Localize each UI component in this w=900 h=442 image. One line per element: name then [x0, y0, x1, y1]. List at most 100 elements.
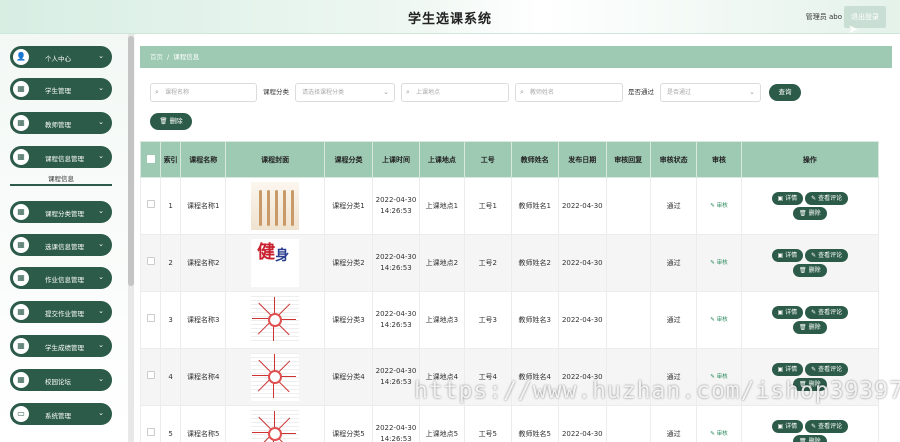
sidebar-item-label: 学生成绩管理	[45, 344, 84, 352]
audit-link[interactable]: ✎ 审核	[710, 317, 727, 323]
sidebar-item-label: 校园论坛	[45, 378, 71, 386]
view-comments-button[interactable]: ✎ 查看评论	[805, 420, 849, 433]
delete-button-label: 删除	[169, 117, 183, 125]
chevron-down-icon: ⌄	[383, 88, 389, 96]
reply-cell	[605, 177, 651, 235]
view-comments-button[interactable]: ✎ 查看评论	[805, 192, 849, 205]
view-comments-label: 查看评论	[818, 309, 843, 316]
sidebar-item[interactable]: ▦ 学生管理 ⌄	[10, 78, 112, 100]
row-checkbox-cell[interactable]	[140, 234, 162, 292]
table-row: 1 课程名称1 课程分类1 2022-04-30 14:26:53 上课地点1 工号1 教师…	[140, 177, 879, 235]
row-delete-button[interactable]: 🗑 删除	[793, 321, 827, 334]
row-checkbox-cell[interactable]	[140, 177, 162, 235]
column-header: 审核状态	[649, 141, 698, 178]
row-checkbox-cell[interactable]	[140, 348, 162, 406]
column-header: 操作	[740, 141, 879, 178]
row-checkbox[interactable]	[146, 428, 155, 436]
chevron-down-icon: ⌄	[98, 341, 104, 349]
grid-icon: ▦	[13, 81, 29, 97]
cover-cell	[225, 348, 325, 406]
category-label: 课程分类	[263, 88, 289, 96]
reply-cell	[605, 234, 651, 292]
audit-cell: ✎ 审核	[696, 234, 742, 292]
row-checkbox[interactable]	[146, 200, 155, 208]
breadcrumb-current: 课程信息	[173, 53, 200, 61]
sidebar-item[interactable]: ▦ 校园论坛 ⌄	[10, 369, 112, 391]
sidebar-item[interactable]: ▦ 学生成绩管理 ⌄	[10, 335, 112, 357]
column-header: 工号	[464, 141, 512, 178]
search-icon: ⌕	[520, 88, 524, 96]
search-button[interactable]: 查询	[769, 84, 801, 101]
actions-cell: ▣ 详情 ✎ 查看评论 🗑 删除	[740, 177, 879, 235]
reply-cell	[605, 291, 651, 349]
row-delete-button[interactable]: 🗑 删除	[793, 435, 827, 442]
audit-link-label: 审核	[716, 431, 728, 437]
sidebar-item[interactable]: ▦ 提交作业管理 ⌄	[10, 301, 112, 323]
course-name-placeholder: 课程名称	[165, 89, 190, 96]
actions-cell: ▣ 详情 ✎ 查看评论 🗑 删除	[740, 234, 879, 292]
sidebar-item[interactable]: ▦ 课程分类管理 ⌄	[10, 201, 112, 223]
audit-link[interactable]: ✎ 审核	[710, 203, 727, 209]
detail-button[interactable]: ▣ 详情	[771, 363, 804, 376]
publish-date-cell: 2022-04-30	[558, 405, 607, 442]
row-checkbox[interactable]	[146, 371, 155, 379]
chevron-down-icon: ⌄	[98, 52, 104, 60]
sidebar-item[interactable]: ▭ 系统管理 ⌄	[10, 403, 112, 425]
teacher-cell: 教师姓名3	[510, 291, 560, 349]
detail-button[interactable]: ▣ 详情	[771, 306, 804, 319]
column-header: 上课地点	[418, 141, 466, 178]
detail-button-label: 详情	[785, 195, 798, 202]
view-comments-button[interactable]: ✎ 查看评论	[805, 306, 849, 319]
column-header: 审核	[696, 141, 742, 178]
breadcrumb-home[interactable]: 首页	[150, 53, 163, 61]
publish-date-cell: 2022-04-30	[558, 234, 607, 292]
sidebar-item[interactable]: ▦ 选课信息管理 ⌄	[10, 234, 112, 256]
sidebar-scrollbar-thumb[interactable]	[128, 36, 134, 286]
select-all-checkbox-cell[interactable]	[140, 141, 162, 178]
sidebar-item[interactable]: ▦ 教师管理 ⌄	[10, 112, 112, 134]
view-comments-button[interactable]: ✎ 查看评论	[805, 363, 849, 376]
view-comments-button[interactable]: ✎ 查看评论	[805, 249, 849, 262]
location-input[interactable]: ⌕ 上课地点	[401, 83, 509, 102]
row-checkbox-cell[interactable]	[140, 291, 162, 349]
edit-icon: ✎	[710, 431, 715, 437]
sidebar-item[interactable]: 👤 个人中心 ⌄	[10, 46, 112, 68]
detail-button-label: 详情	[785, 366, 798, 373]
location-cell: 上课地点1	[418, 177, 466, 235]
detail-button[interactable]: ▣ 详情	[771, 192, 804, 205]
teacher-name-input[interactable]: ⌕ 教师姓名	[515, 83, 623, 102]
approved-select[interactable]: 是否通过 ⌄	[660, 83, 761, 102]
sidebar-item-label: 课程分类管理	[45, 210, 84, 218]
index-cell: 2	[160, 234, 182, 292]
row-delete-button[interactable]: 🗑 删除	[793, 207, 827, 220]
detail-button[interactable]: ▣ 详情	[771, 420, 804, 433]
sidebar-item-label: 个人中心	[45, 55, 71, 63]
time-cell: 2022-04-30 14:26:53	[372, 291, 420, 349]
grid-icon: ▦	[13, 204, 29, 220]
sidebar-item[interactable]: ▦ 作业信息管理 ⌄	[10, 267, 112, 289]
delete-button[interactable]: 🗑 删除	[150, 113, 192, 130]
row-delete-button[interactable]: 🗑 删除	[793, 264, 827, 277]
course-name-cell: 课程名称4	[180, 348, 227, 406]
detail-button[interactable]: ▣ 详情	[771, 249, 804, 262]
approved-label: 是否通过	[628, 88, 654, 96]
sidebar-item[interactable]: ▦ 课程信息管理 ⌄	[10, 146, 112, 168]
time-cell: 2022-04-30 14:26:53	[372, 234, 420, 292]
sidebar-subitem-course-info[interactable]: 课程信息	[10, 172, 112, 186]
detail-button-label: 详情	[785, 423, 798, 430]
row-checkbox[interactable]	[146, 314, 155, 322]
view-comments-label: 查看评论	[818, 195, 843, 202]
select-all-checkbox[interactable]	[146, 154, 155, 163]
location-cell: 上课地点3	[418, 291, 466, 349]
chevron-down-icon: ⌄	[98, 409, 104, 417]
category-select[interactable]: 请选择课程分类 ⌄	[295, 83, 395, 102]
grid-icon: ▦	[13, 372, 29, 388]
trash-icon: 🗑	[159, 117, 168, 125]
course-name-input[interactable]: ⌕ 课程名称	[150, 83, 257, 102]
chevron-down-icon: ⌄	[98, 118, 104, 126]
row-checkbox-cell[interactable]	[140, 405, 162, 442]
row-checkbox[interactable]	[146, 257, 155, 265]
audit-link[interactable]: ✎ 审核	[710, 260, 727, 266]
audit-link[interactable]: ✎ 审核	[710, 431, 727, 437]
trash-icon: 🗑	[799, 438, 807, 442]
